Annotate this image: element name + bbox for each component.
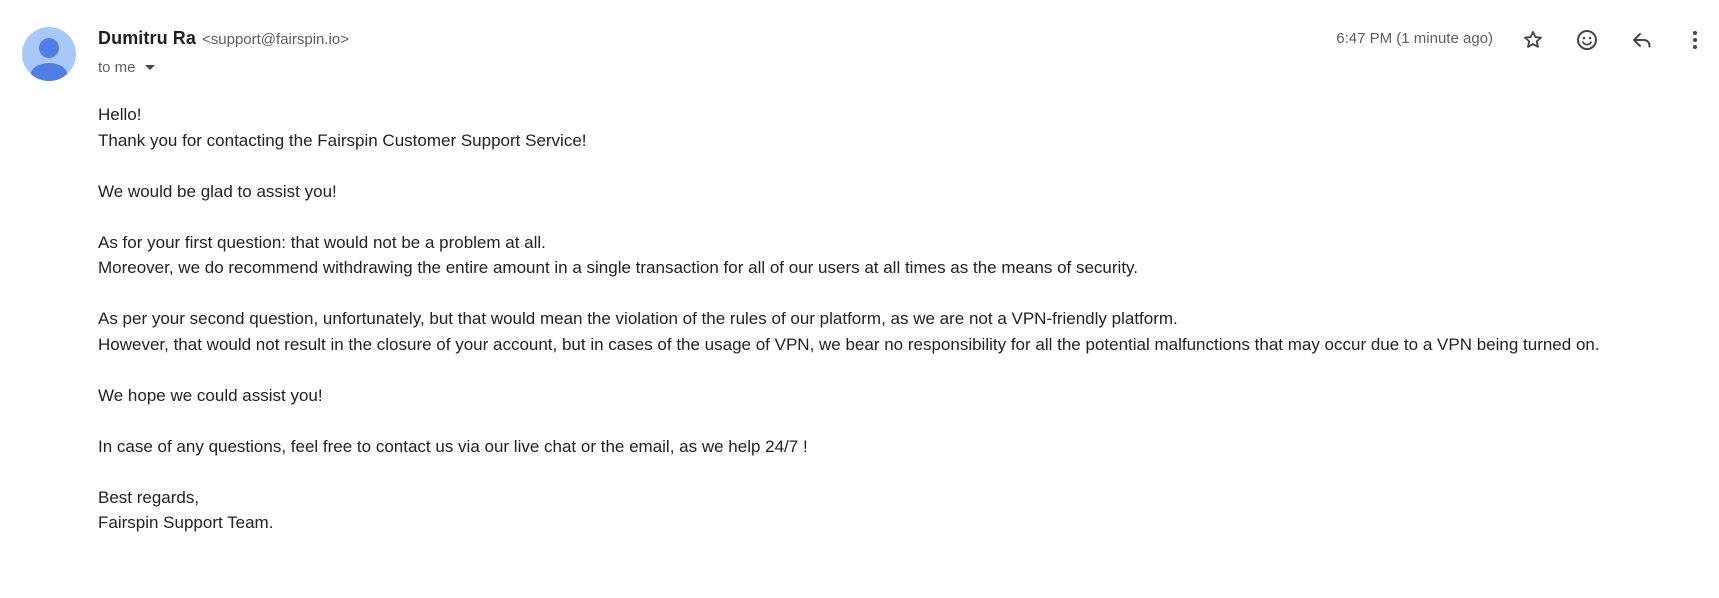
message-timestamp: 6:47 PM (1 minute ago) [1336, 30, 1493, 47]
message-paragraph: As for your first question: that would n… [98, 230, 1698, 281]
reply-icon [1633, 33, 1651, 48]
message-paragraph: We would be glad to assist you! [98, 179, 1698, 205]
greeting-line: Hello! [98, 105, 142, 124]
recipient-label: to me [98, 58, 136, 76]
message-line: As per your second question, unfortunate… [98, 309, 1178, 328]
star-icon [1524, 31, 1542, 48]
message-line: However, that would not result in the cl… [98, 334, 1600, 354]
emoji-icon [1577, 30, 1597, 50]
message-line: As for your first question: that would n… [98, 232, 546, 252]
person-avatar-icon [31, 38, 67, 81]
message-paragraph: As per your second question, unfortunate… [98, 306, 1698, 357]
sender-name[interactable]: Dumitru Ra [98, 28, 196, 49]
sender-avatar[interactable] [22, 27, 76, 81]
message-paragraph: We hope we could assist you! [98, 383, 1698, 409]
add-reaction-button[interactable] [1569, 22, 1605, 58]
reply-button[interactable] [1624, 22, 1660, 58]
sender-email: <support@fairspin.io> [202, 31, 349, 48]
chevron-down-icon [144, 65, 155, 70]
recipient-details-toggle[interactable]: to me [98, 57, 155, 77]
message-signature: Best regards, Fairspin Support Team. [98, 485, 1698, 536]
signature-line: Fairspin Support Team. [98, 513, 274, 532]
message-line: Moreover, we do recommend withdrawing th… [98, 258, 1139, 277]
more-vert-icon [1693, 31, 1697, 49]
message-line: We hope we could assist you! [98, 385, 323, 405]
message-body: Hello! Thank you for contacting the Fair… [98, 102, 1698, 561]
more-options-button[interactable] [1677, 22, 1713, 58]
sender-info: Dumitru Ra <support@fairspin.io> [98, 28, 349, 52]
message-line: In case of any questions, feel free to c… [98, 436, 808, 456]
message-line: We would be glad to assist you! [98, 181, 337, 201]
star-button[interactable] [1515, 22, 1551, 58]
message-paragraph: In case of any questions, feel free to c… [98, 434, 1698, 460]
message-paragraph: Hello! Thank you for contacting the Fair… [98, 102, 1698, 153]
signature-line: Best regards, [98, 487, 200, 507]
message-line: Thank you for contacting the Fairspin Cu… [98, 130, 587, 150]
